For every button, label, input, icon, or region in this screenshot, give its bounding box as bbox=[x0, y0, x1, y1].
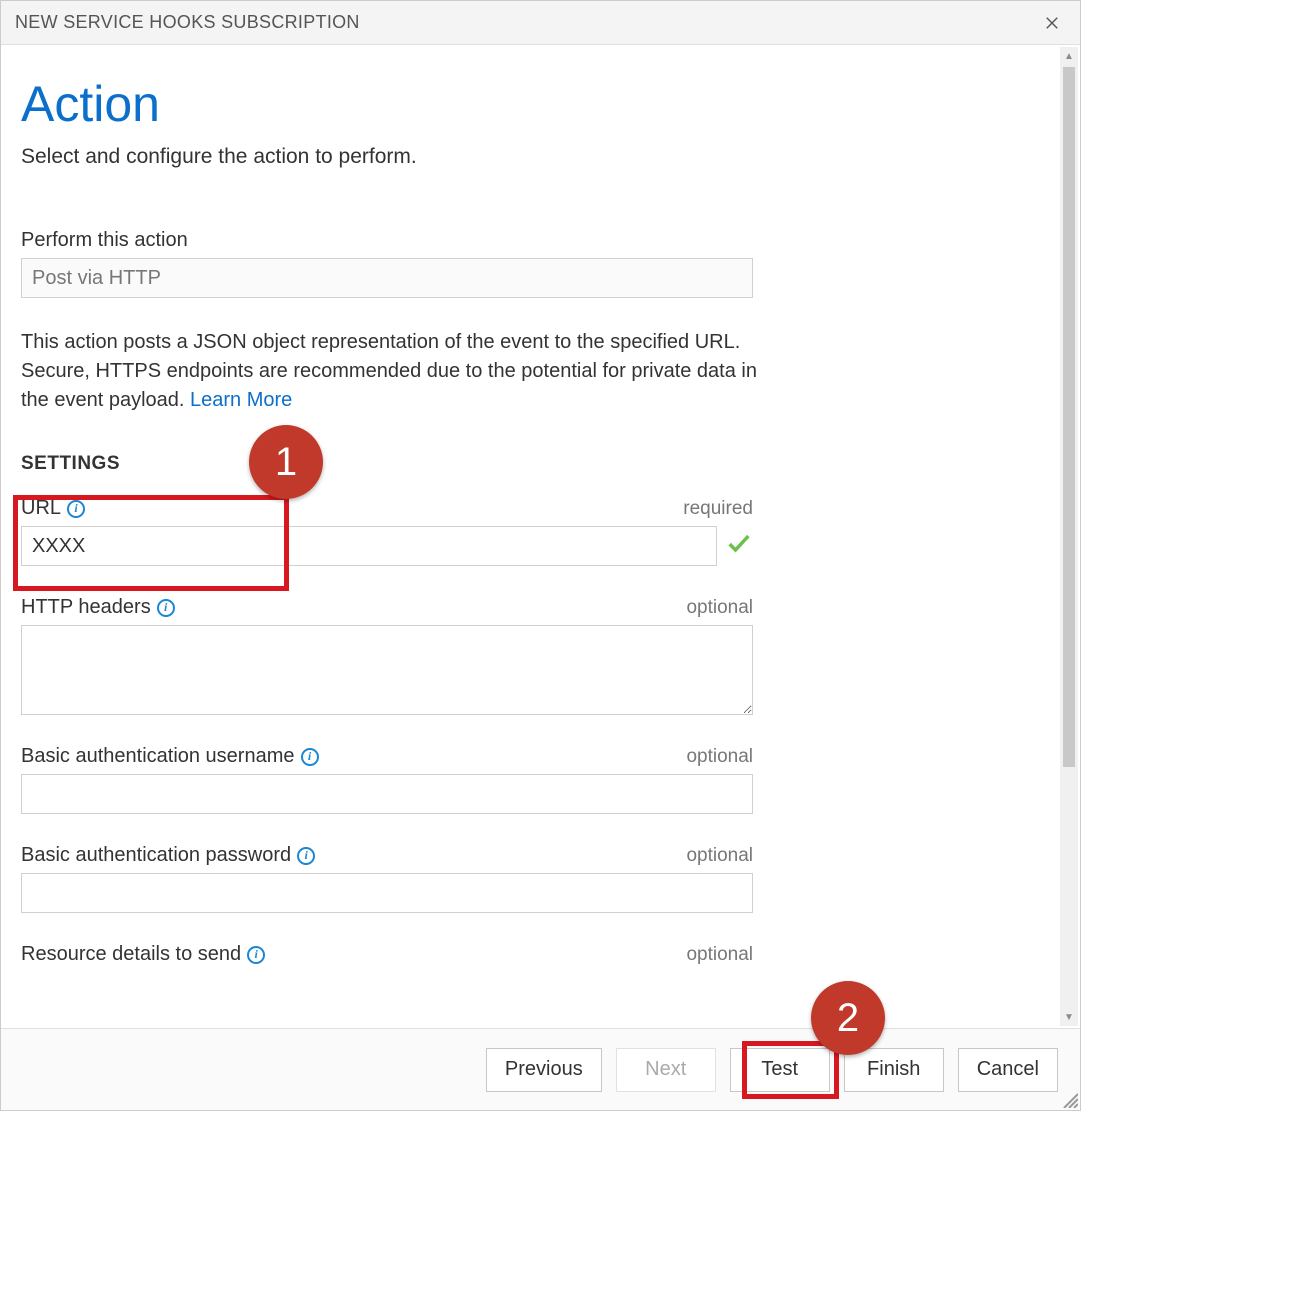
page-subtitle: Select and configure the action to perfo… bbox=[21, 145, 1042, 169]
url-label-text: URL bbox=[21, 497, 61, 520]
scroll-up-arrow-icon[interactable]: ▲ bbox=[1060, 47, 1078, 65]
basic-pass-label: Basic authentication password bbox=[21, 844, 315, 867]
http-headers-hint: optional bbox=[686, 597, 753, 619]
dialog-body-wrap: Action Select and configure the action t… bbox=[1, 45, 1080, 1028]
url-hint: required bbox=[683, 498, 753, 520]
resource-details-hint: optional bbox=[686, 944, 753, 966]
resize-grip-icon[interactable] bbox=[1058, 1088, 1078, 1108]
basic-user-field-group: Basic authentication username optional bbox=[21, 745, 753, 814]
finish-button[interactable]: Finish bbox=[844, 1048, 944, 1092]
page-title: Action bbox=[21, 75, 1042, 133]
basic-user-label-text: Basic authentication username bbox=[21, 745, 295, 768]
basic-user-input[interactable] bbox=[21, 774, 753, 814]
action-select-value: Post via HTTP bbox=[32, 267, 161, 290]
http-headers-label: HTTP headers bbox=[21, 596, 175, 619]
basic-pass-input[interactable] bbox=[21, 873, 753, 913]
action-description: This action posts a JSON object represen… bbox=[21, 328, 781, 415]
scroll-down-arrow-icon[interactable]: ▼ bbox=[1060, 1008, 1078, 1026]
basic-pass-field-group: Basic authentication password optional bbox=[21, 844, 753, 913]
url-field-group: URL required bbox=[21, 497, 753, 566]
info-icon[interactable] bbox=[247, 946, 265, 964]
checkmark-icon bbox=[725, 529, 753, 563]
cancel-button[interactable]: Cancel bbox=[958, 1048, 1058, 1092]
info-icon[interactable] bbox=[301, 748, 319, 766]
learn-more-link[interactable]: Learn More bbox=[190, 389, 292, 411]
action-select-label: Perform this action bbox=[21, 229, 188, 252]
resource-details-label-text: Resource details to send bbox=[21, 943, 241, 966]
basic-user-label: Basic authentication username bbox=[21, 745, 319, 768]
url-input[interactable] bbox=[21, 526, 717, 566]
close-icon[interactable] bbox=[1038, 9, 1066, 37]
action-select-group: Perform this action Post via HTTP bbox=[21, 229, 753, 298]
resource-details-label: Resource details to send bbox=[21, 943, 265, 966]
info-icon[interactable] bbox=[157, 599, 175, 617]
resource-details-field-group: Resource details to send optional bbox=[21, 943, 753, 966]
dialog: NEW SERVICE HOOKS SUBSCRIPTION Action Se… bbox=[0, 0, 1081, 1111]
http-headers-field-group: HTTP headers optional bbox=[21, 596, 753, 715]
http-headers-input[interactable] bbox=[21, 625, 753, 715]
previous-button[interactable]: Previous bbox=[486, 1048, 602, 1092]
next-button: Next bbox=[616, 1048, 716, 1092]
action-select[interactable]: Post via HTTP bbox=[21, 258, 753, 298]
basic-user-hint: optional bbox=[686, 746, 753, 768]
http-headers-label-text: HTTP headers bbox=[21, 596, 151, 619]
dialog-title: NEW SERVICE HOOKS SUBSCRIPTION bbox=[15, 12, 360, 33]
settings-area: SETTINGS URL required bbox=[21, 453, 1042, 966]
scrollbar[interactable]: ▲ ▼ bbox=[1060, 47, 1078, 1026]
url-label: URL bbox=[21, 497, 85, 520]
settings-heading: SETTINGS bbox=[21, 453, 1042, 475]
action-description-text: This action posts a JSON object represen… bbox=[21, 331, 757, 411]
basic-pass-label-text: Basic authentication password bbox=[21, 844, 291, 867]
test-button[interactable]: Test bbox=[730, 1048, 830, 1092]
info-icon[interactable] bbox=[297, 847, 315, 865]
scroll-thumb[interactable] bbox=[1063, 67, 1075, 767]
basic-pass-hint: optional bbox=[686, 845, 753, 867]
info-icon[interactable] bbox=[67, 500, 85, 518]
dialog-body: Action Select and configure the action t… bbox=[1, 45, 1060, 1028]
dialog-footer: Previous Next Test Finish Cancel 2 bbox=[1, 1028, 1080, 1110]
dialog-header: NEW SERVICE HOOKS SUBSCRIPTION bbox=[1, 1, 1080, 45]
